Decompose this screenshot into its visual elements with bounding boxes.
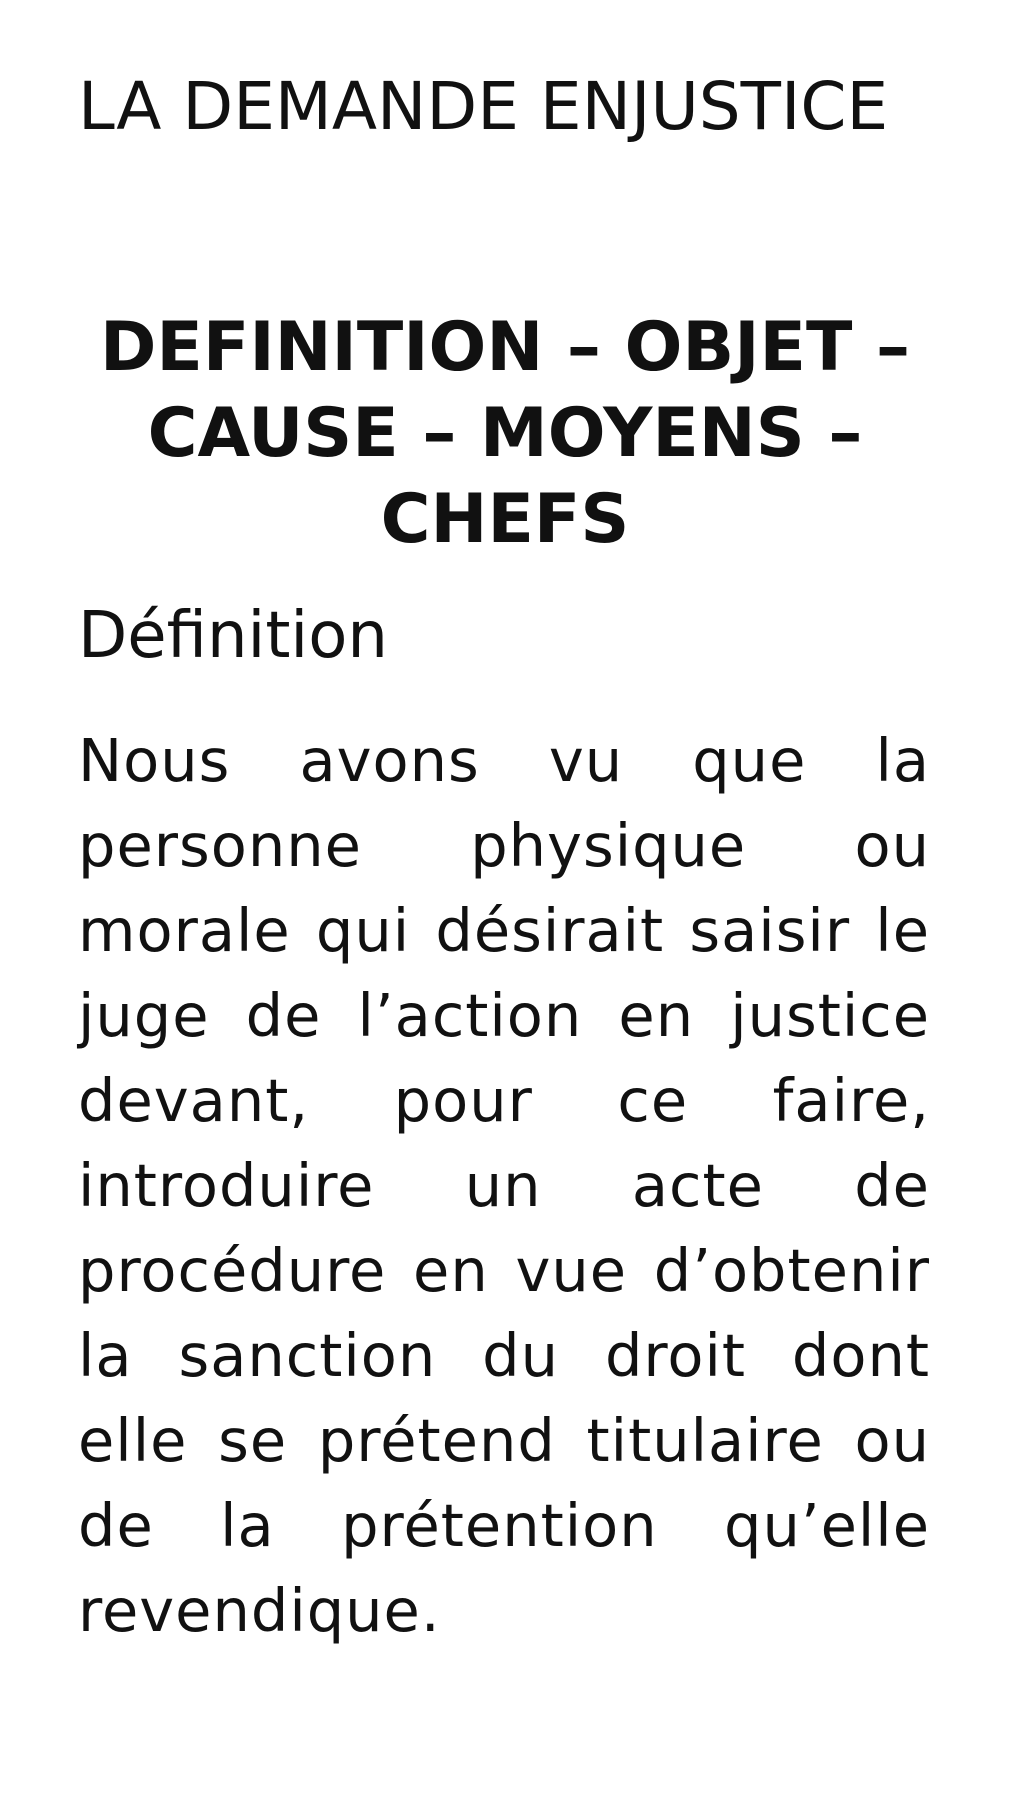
document-page: LA DEMANDE ENJUSTICE DEFINITION – OBJET … xyxy=(0,0,1012,1800)
definition-subheading: Définition xyxy=(78,599,388,673)
definition-paragraph: Nous avons vu que la personne physique o… xyxy=(78,726,930,1645)
running-title: LA DEMANDE ENJUSTICE xyxy=(78,68,889,145)
section-heading: DEFINITION – OBJET – CAUSE – MOYENS – CH… xyxy=(99,308,911,559)
